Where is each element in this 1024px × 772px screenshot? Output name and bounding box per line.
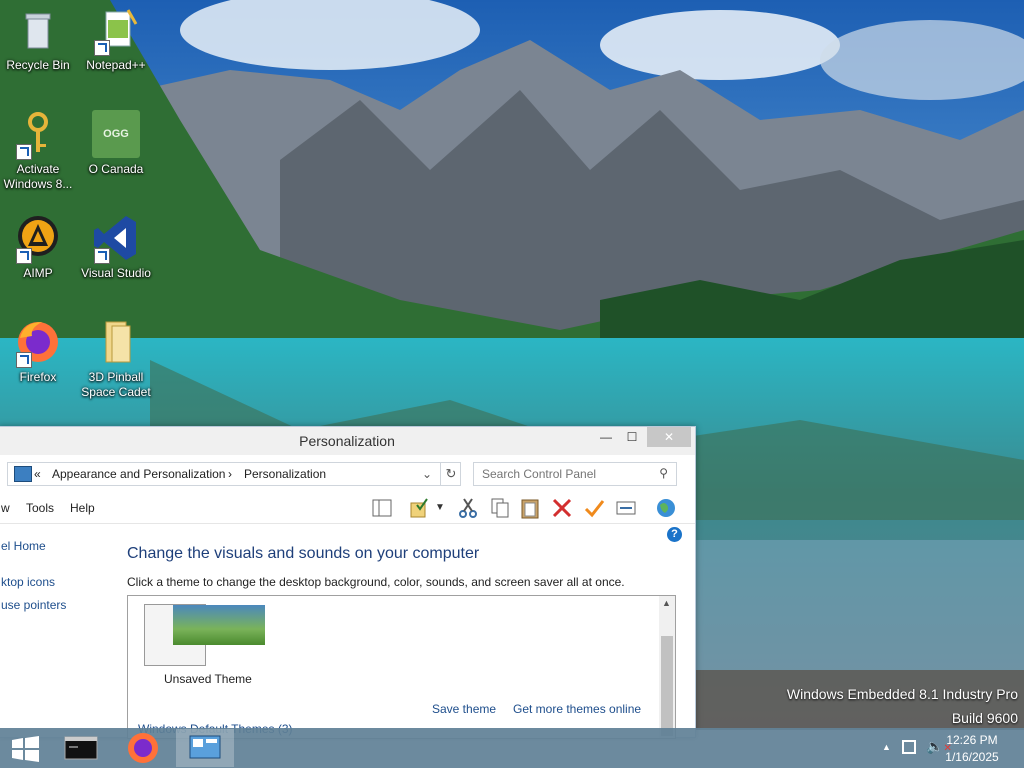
windows-logo-icon xyxy=(12,736,39,762)
paste-icon[interactable] xyxy=(519,497,541,519)
breadcrumb-separator: › xyxy=(228,467,232,481)
firefox-icon xyxy=(128,733,158,763)
taskbar-firefox[interactable] xyxy=(114,729,172,767)
close-button[interactable]: ✕ xyxy=(647,427,691,447)
desktop-icon-aimp[interactable]: AIMP xyxy=(0,214,76,281)
maximize-button[interactable]: ☐ xyxy=(617,427,647,447)
recycle-bin-icon xyxy=(14,6,62,54)
menu-help[interactable]: Help xyxy=(70,501,95,515)
desktop-icon-label: AIMP xyxy=(23,266,53,280)
personalization-window[interactable]: Personalization — ☐ ✕ « Appearance and P… xyxy=(0,426,696,739)
desktop-icon-label: Notepad++ xyxy=(86,58,146,72)
desktop-icon-recycle-bin[interactable]: Recycle Bin xyxy=(0,6,76,73)
layout-icon[interactable] xyxy=(371,497,393,519)
visual-studio-icon xyxy=(92,214,140,264)
folder-icon xyxy=(92,318,140,366)
theme-list-scrollbar[interactable]: ▲ xyxy=(659,596,675,738)
search-icon[interactable]: ⚲ xyxy=(659,466,668,480)
save-theme-link[interactable]: Save theme xyxy=(432,702,496,716)
copy-icon[interactable] xyxy=(489,497,511,519)
breadcrumb-personalization[interactable]: Personalization xyxy=(244,467,326,481)
dropdown-icon[interactable]: ▼ xyxy=(435,497,457,519)
menu-tools[interactable]: Tools xyxy=(26,501,54,515)
notepad-plus-plus-icon xyxy=(92,6,140,56)
theme-list[interactable]: Unsaved Theme Save theme Get more themes… xyxy=(127,595,676,739)
desktop-icon-label: O Canada xyxy=(88,162,144,176)
theme-thumbnail-unsaved[interactable] xyxy=(144,604,265,666)
scroll-thumb[interactable] xyxy=(661,636,673,736)
clock-date[interactable]: 1/16/2025 xyxy=(942,750,1002,764)
refresh-icon[interactable]: ↻ xyxy=(440,463,461,485)
clock-time[interactable]: 12:26 PM xyxy=(942,733,1002,747)
address-prefix: « xyxy=(34,467,41,481)
os-edition-watermark: Windows Embedded 8.1 Industry Pro xyxy=(786,686,1018,702)
desktop-icon-label: Visual Studio xyxy=(81,266,151,280)
firefox-icon xyxy=(14,318,62,368)
globe-icon[interactable] xyxy=(655,497,677,519)
cmd-icon xyxy=(64,736,98,760)
cut-icon[interactable] xyxy=(457,497,479,519)
network-icon[interactable] xyxy=(902,740,916,754)
desktop-icon-label: Activate Windows 8... xyxy=(3,162,73,191)
desktop-icon-3d-pinball[interactable]: 3D Pinball Space Cadet xyxy=(78,318,154,400)
aimp-icon xyxy=(14,214,62,264)
title-bar[interactable]: Personalization — ☐ ✕ xyxy=(0,427,695,455)
desktop-icon-label: 3D Pinball Space Cadet xyxy=(81,370,151,399)
address-row: « Appearance and Personalization › Perso… xyxy=(0,460,695,488)
menu-view[interactable]: w xyxy=(1,501,10,515)
theme-name-label: Unsaved Theme xyxy=(164,672,252,686)
control-panel-icon xyxy=(189,735,221,759)
desktop-icon-firefox[interactable]: Firefox xyxy=(0,318,76,385)
desktop-icon-notepad-plus-plus[interactable]: Notepad++ xyxy=(78,6,154,73)
desktop-icon-label: Recycle Bin xyxy=(6,58,70,72)
mouse-pointers-link[interactable]: use pointers xyxy=(1,598,66,612)
search-input[interactable] xyxy=(480,466,654,482)
address-bar[interactable]: « Appearance and Personalization › Perso… xyxy=(7,462,461,486)
page-description: Click a theme to change the desktop back… xyxy=(127,575,625,589)
left-pane: el Home ktop icons use pointers xyxy=(0,525,111,737)
desktop-icon-o-canada[interactable]: OGG O Canada xyxy=(78,110,154,177)
shortcut-arrow-icon xyxy=(16,248,32,264)
os-build-watermark: Build 9600 xyxy=(951,710,1018,726)
ogg-file-icon: OGG xyxy=(92,110,140,158)
shortcut-arrow-icon xyxy=(94,40,110,56)
address-dropdown-icon[interactable]: ⌄ xyxy=(422,467,432,481)
show-hidden-icons-icon[interactable]: ▲ xyxy=(882,742,891,752)
main-content: Change the visuals and sounds on your co… xyxy=(127,525,687,739)
shortcut-arrow-icon xyxy=(16,352,32,368)
desktop-icon-visual-studio[interactable]: Visual Studio xyxy=(78,214,154,281)
shortcut-arrow-icon xyxy=(16,144,32,160)
start-button[interactable] xyxy=(0,729,58,767)
taskbar: ▲ 🔈✕ 12:26 PM 1/16/2025 xyxy=(0,728,1024,768)
folder-options-icon[interactable] xyxy=(409,497,431,519)
get-more-themes-link[interactable]: Get more themes online xyxy=(513,702,641,716)
system-tray: ▲ 🔈✕ 12:26 PM 1/16/2025 xyxy=(864,728,1024,768)
theme-preview-image xyxy=(173,605,265,645)
delete-icon[interactable] xyxy=(551,497,573,519)
properties-icon[interactable] xyxy=(615,497,637,519)
ogg-badge: OGG xyxy=(103,128,129,140)
control-panel-icon xyxy=(14,466,32,482)
desktop-icons-link[interactable]: ktop icons xyxy=(1,575,55,589)
key-icon xyxy=(14,110,62,160)
scroll-up-arrow-icon[interactable]: ▲ xyxy=(662,598,671,608)
menu-toolbar-row: w Tools Help ▼ xyxy=(0,493,695,524)
breadcrumb-appearance[interactable]: Appearance and Personalization xyxy=(52,467,225,481)
control-panel-home-link[interactable]: el Home xyxy=(1,539,46,553)
taskbar-control-panel[interactable] xyxy=(176,729,234,767)
desktop-icon-label: Firefox xyxy=(19,370,57,384)
shortcut-arrow-icon xyxy=(94,248,110,264)
desktop-icon-activate-windows[interactable]: Activate Windows 8... xyxy=(0,110,76,192)
check-icon[interactable] xyxy=(583,497,605,519)
page-heading: Change the visuals and sounds on your co… xyxy=(127,545,480,562)
search-box[interactable]: ⚲ xyxy=(473,462,677,486)
taskbar-cmd[interactable] xyxy=(52,729,110,767)
